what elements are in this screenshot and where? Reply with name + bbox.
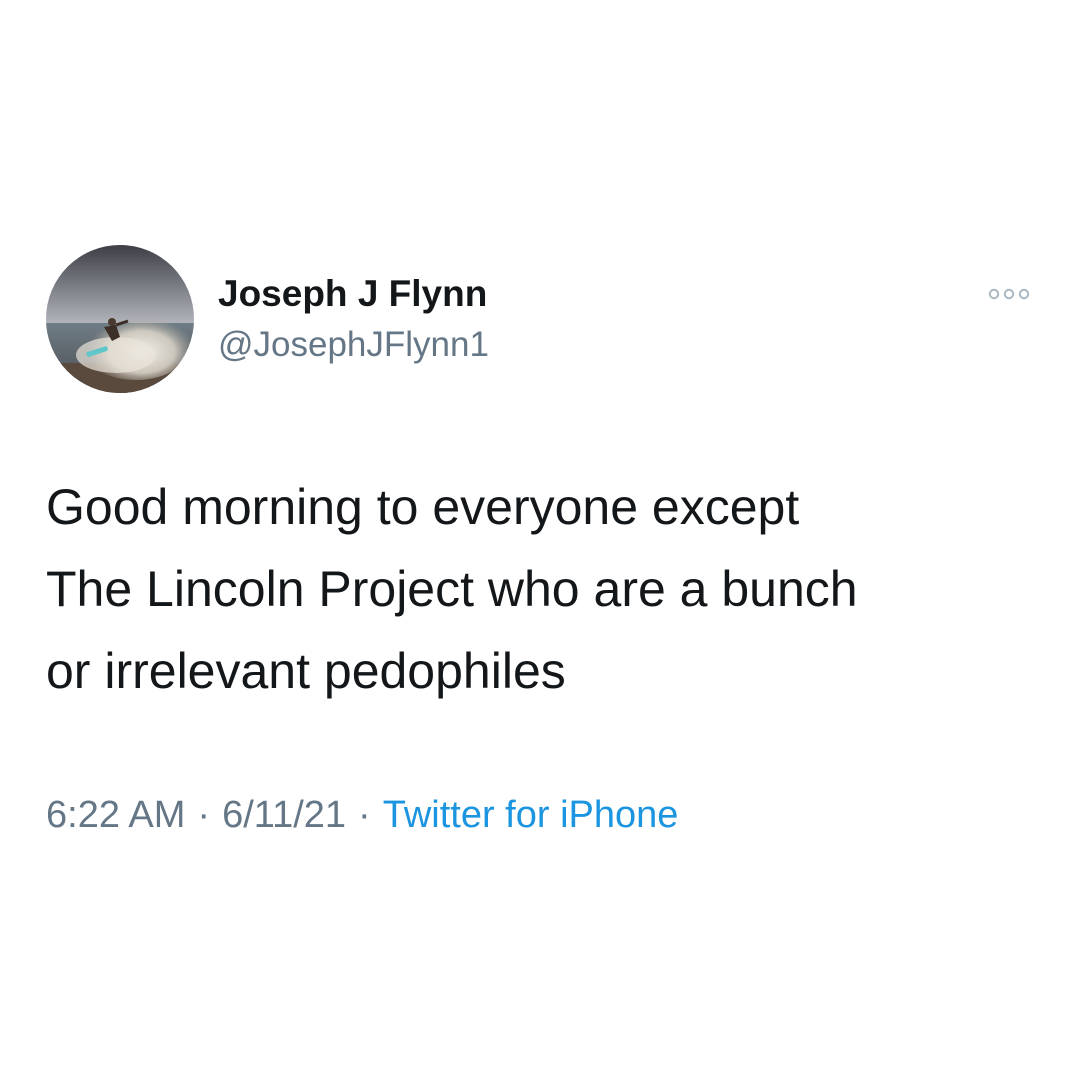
meta-separator: · xyxy=(197,794,211,836)
tweet-text-line: The Lincoln Project who are a bunch xyxy=(46,561,858,617)
tweet-meta: 6:22 AM · 6/11/21 · Twitter for iPhone xyxy=(46,790,678,840)
tweet-text-line: or irrelevant pedophiles xyxy=(46,643,566,699)
author-display-name[interactable]: Joseph J Flynn xyxy=(218,272,487,316)
surfer-photo-avatar-icon xyxy=(46,245,194,393)
tweet-date[interactable]: 6/11/21 xyxy=(222,794,346,836)
tweet-source-link[interactable]: Twitter for iPhone xyxy=(383,794,679,836)
more-options-button[interactable] xyxy=(984,284,1034,304)
tweet-text-line: Good morning to everyone except xyxy=(46,479,800,535)
avatar[interactable] xyxy=(46,245,194,393)
tweet-text: Good morning to everyone except The Linc… xyxy=(46,466,1046,712)
author-handle[interactable]: @JosephJFlynn1 xyxy=(218,324,489,366)
tweet-time[interactable]: 6:22 AM xyxy=(46,794,185,836)
meta-separator: · xyxy=(358,794,371,836)
more-options-icon xyxy=(988,288,1030,300)
